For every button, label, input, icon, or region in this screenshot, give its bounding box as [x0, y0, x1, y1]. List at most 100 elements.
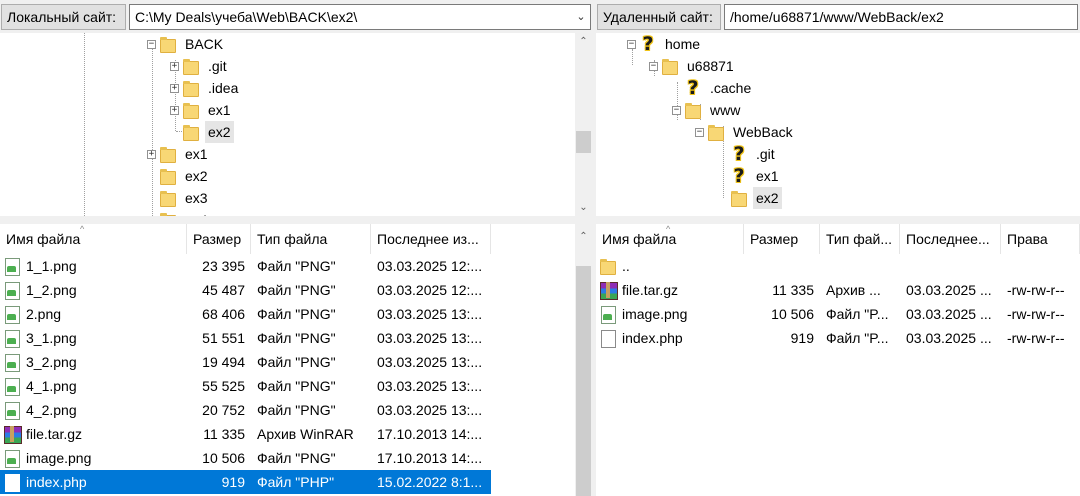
table-row[interactable]: file.tar.gz 11 335 Архив ... 03.03.2025 ...…: [596, 278, 1080, 302]
image-file-icon: [4, 281, 20, 300]
file-name-cell: 4_2.png: [0, 398, 187, 422]
folder-icon: [731, 191, 747, 207]
local-site-path[interactable]: C:\My Deals\учеба\Web\BACK\ex2\: [135, 9, 357, 25]
file-name-cell: index.php: [0, 470, 187, 494]
local-tree-item[interactable]: ex3: [147, 187, 211, 209]
remote-directory-tree[interactable]: − ? home − u68871 ? .cache − www − WebBa…: [596, 33, 1080, 216]
collapse-icon[interactable]: −: [627, 39, 636, 49]
column-header-modified[interactable]: Последнее...: [900, 224, 1001, 254]
file-name: index.php: [26, 474, 87, 490]
tree-item-label: www: [710, 102, 741, 118]
scroll-up-icon[interactable]: ⌃: [575, 33, 592, 50]
column-header-size[interactable]: Размер: [744, 224, 820, 254]
expand-icon[interactable]: +: [147, 215, 156, 216]
table-row[interactable]: file.tar.gz 11 335 Архив WinRAR 17.10.2013 …: [0, 422, 491, 446]
local-tree-item[interactable]: ex2: [147, 165, 211, 187]
table-row[interactable]: 1_1.png 23 395 Файл "PNG" 03.03.2025 12:...: [0, 254, 491, 278]
local-site-path-combo[interactable]: C:\My Deals\учеба\Web\BACK\ex2\ ⌄: [129, 3, 591, 30]
local-tree-scrollbar[interactable]: ⌃ ⌄: [575, 33, 592, 216]
collapse-icon[interactable]: −: [147, 39, 156, 49]
tree-item-label: ex4: [182, 209, 211, 216]
scroll-down-icon[interactable]: ⌄: [575, 199, 592, 216]
remote-tree-item[interactable]: − u68871: [649, 55, 737, 77]
file-modified: 03.03.2025 12:...: [377, 258, 483, 274]
remote-tree-item-selected[interactable]: ex2: [718, 187, 782, 209]
expand-icon[interactable]: +: [147, 149, 156, 159]
scroll-thumb[interactable]: [576, 266, 591, 496]
table-row[interactable]: 3_1.png 51 551 Файл "PNG" 03.03.2025 13:...: [0, 326, 491, 350]
local-file-list[interactable]: Имя файла Размер Тип файла Последнее из.…: [0, 224, 592, 496]
sort-ascending-icon: ^: [80, 224, 85, 234]
table-row[interactable]: index.php 919 Файл "P... 03.03.2025 ... -rw-…: [596, 326, 1080, 350]
local-list-scrollbar[interactable]: ⌃: [575, 224, 592, 496]
file-name-cell: file.tar.gz: [0, 422, 187, 446]
column-header-name[interactable]: Имя файла: [0, 224, 187, 254]
column-header-type[interactable]: Тип фай...: [820, 224, 900, 254]
file-name: file.tar.gz: [622, 282, 679, 298]
remote-tree-item[interactable]: ? ex1: [718, 165, 782, 187]
parent-directory-row[interactable]: ..: [596, 254, 1080, 278]
tree-item-label: ex1: [756, 168, 779, 184]
remote-site-path-combo[interactable]: /home/u68871/www/WebBack/ex2: [724, 3, 1078, 30]
remote-file-list[interactable]: Имя файла Размер Тип фай... Последнее...…: [596, 224, 1080, 496]
archive-icon: [600, 281, 618, 300]
column-header-permissions[interactable]: Права: [1001, 224, 1080, 254]
remote-tree-item[interactable]: ? .git: [718, 143, 778, 165]
tree-item-label: .idea: [208, 80, 239, 96]
collapse-icon[interactable]: −: [672, 105, 681, 115]
local-tree-item-selected[interactable]: ex2: [170, 121, 234, 143]
local-tree-item[interactable]: + .idea: [170, 77, 241, 99]
file-permissions: -rw-rw-r--: [1007, 330, 1065, 346]
table-row[interactable]: 3_2.png 19 494 Файл "PNG" 03.03.2025 13:...: [0, 350, 491, 374]
expand-icon[interactable]: +: [170, 83, 179, 93]
collapse-icon[interactable]: −: [649, 61, 658, 71]
remote-tree-item[interactable]: − WebBack: [695, 121, 796, 143]
chevron-down-icon[interactable]: ⌄: [572, 5, 590, 29]
image-file-icon: [4, 449, 20, 468]
table-row[interactable]: 2.png 68 406 Файл "PNG" 03.03.2025 13:...: [0, 302, 491, 326]
file-size: 10 506: [771, 306, 814, 322]
local-tree-item[interactable]: + ex1: [147, 143, 211, 165]
local-list-header: Имя файла Размер Тип файла Последнее из.…: [0, 224, 491, 254]
column-header-type[interactable]: Тип файла: [251, 224, 371, 254]
column-header-modified[interactable]: Последнее из...: [371, 224, 491, 254]
folder-icon: [160, 191, 176, 207]
scroll-up-icon[interactable]: ⌃: [575, 228, 592, 245]
file-name-cell: 1_2.png: [0, 278, 187, 302]
image-file-icon: [4, 401, 20, 420]
local-tree-item[interactable]: + ex1: [170, 99, 234, 121]
remote-site-path[interactable]: /home/u68871/www/WebBack/ex2: [730, 9, 944, 25]
remote-tree-item[interactable]: − ? home: [627, 33, 703, 55]
collapse-icon[interactable]: −: [695, 127, 704, 137]
local-tree-item[interactable]: + ex4: [147, 209, 211, 216]
file-name: 3_2.png: [26, 354, 77, 370]
file-type: Файл "PNG": [257, 450, 336, 466]
folder-icon: [183, 59, 199, 75]
tree-item-label: WebBack: [733, 124, 793, 140]
expand-icon[interactable]: +: [170, 61, 179, 71]
file-name-cell: 2.png: [0, 302, 187, 326]
table-row[interactable]: 4_1.png 55 525 Файл "PNG" 03.03.2025 13:...: [0, 374, 491, 398]
local-directory-tree[interactable]: − BACK + .git + .idea + ex1 ex2 + ex1 ex…: [0, 33, 592, 216]
file-modified: 15.02.2022 8:1...: [377, 474, 483, 490]
remote-tree-item[interactable]: − www: [672, 99, 743, 121]
table-row-selected[interactable]: index.php 919 Файл "PHP" 15.02.2022 8:1...: [0, 470, 491, 494]
tree-item-label: u68871: [687, 58, 734, 74]
file-type: Файл "PNG": [257, 330, 336, 346]
column-header-size[interactable]: Размер: [187, 224, 251, 254]
expand-icon[interactable]: +: [170, 105, 179, 115]
table-row[interactable]: 1_2.png 45 487 Файл "PNG" 03.03.2025 12:...: [0, 278, 491, 302]
remote-tree-item[interactable]: ? .cache: [672, 77, 754, 99]
file-size: 20 752: [202, 402, 245, 418]
table-row[interactable]: image.png 10 506 Файл "PNG" 17.10.2013 14:.…: [0, 446, 491, 470]
file-modified: 03.03.2025 ...: [906, 330, 992, 346]
file-name-cell: image.png: [0, 446, 187, 470]
file-size: 55 525: [202, 378, 245, 394]
local-tree-item[interactable]: + .git: [170, 55, 230, 77]
file-name: 1_2.png: [26, 282, 77, 298]
table-row[interactable]: 4_2.png 20 752 Файл "PNG" 03.03.2025 13:...: [0, 398, 491, 422]
local-tree-item[interactable]: − BACK: [147, 33, 226, 55]
file-size: 19 494: [202, 354, 245, 370]
scroll-thumb[interactable]: [576, 131, 591, 153]
table-row[interactable]: image.png 10 506 Файл "P... 03.03.2025 ... -…: [596, 302, 1080, 326]
